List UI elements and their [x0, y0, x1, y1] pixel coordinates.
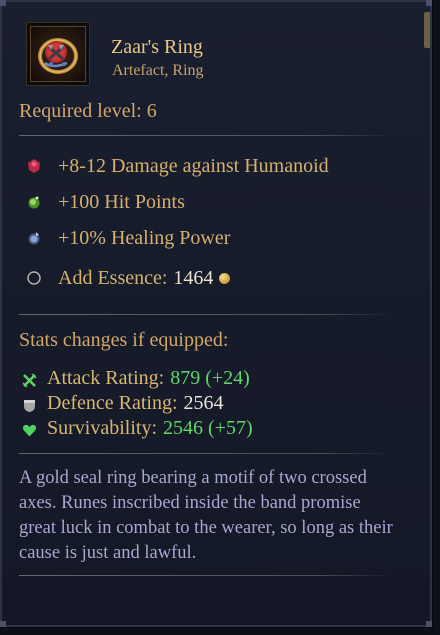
- divider: [19, 135, 393, 136]
- item-type: Artefact, Ring: [112, 62, 204, 79]
- frame-corner: [426, 0, 432, 6]
- frame-corner: [426, 621, 432, 627]
- stat-attack-rating: Attack Rating: 879 (+24): [22, 366, 250, 390]
- affix-row: +8-12 Damage against Humanoid: [26, 153, 329, 179]
- divider: [19, 575, 393, 576]
- stat-survivability: Survivability: 2546 (+57): [22, 416, 253, 440]
- item-description: A gold seal ring bearing a motif of two …: [19, 468, 393, 563]
- essence-row[interactable]: Add Essence: 1464: [26, 265, 231, 291]
- affix-row: +10% Healing Power: [26, 225, 230, 251]
- stat-defence-rating: Defence Rating: 2564: [22, 391, 224, 415]
- required-level: Required level: 6: [19, 100, 157, 122]
- essence-value: 1464: [173, 266, 214, 289]
- crossed-swords-icon: [22, 371, 37, 388]
- stats-title: Stats changes if equipped:: [19, 329, 229, 351]
- axe-ring-icon: [30, 26, 86, 82]
- heart-icon: [22, 421, 37, 436]
- green-gem-icon: [26, 194, 42, 210]
- item-tooltip: Zaar's Ring Artefact, Ring Required leve…: [0, 0, 433, 628]
- item-name: Zaar's Ring: [111, 36, 203, 58]
- affix-row: +100 Hit Points: [26, 189, 185, 215]
- divider: [19, 314, 393, 315]
- frame-corner: [0, 621, 6, 627]
- frame-corner: [0, 0, 6, 6]
- scroll-handle[interactable]: [424, 12, 430, 48]
- item-icon-slot: [26, 22, 90, 86]
- shield-icon: [22, 396, 37, 412]
- gold-coin-icon: [219, 272, 231, 284]
- red-gem-icon: [26, 158, 42, 174]
- divider: [19, 453, 393, 454]
- empty-slot-icon: [26, 270, 42, 286]
- blue-gem-icon: [26, 230, 42, 246]
